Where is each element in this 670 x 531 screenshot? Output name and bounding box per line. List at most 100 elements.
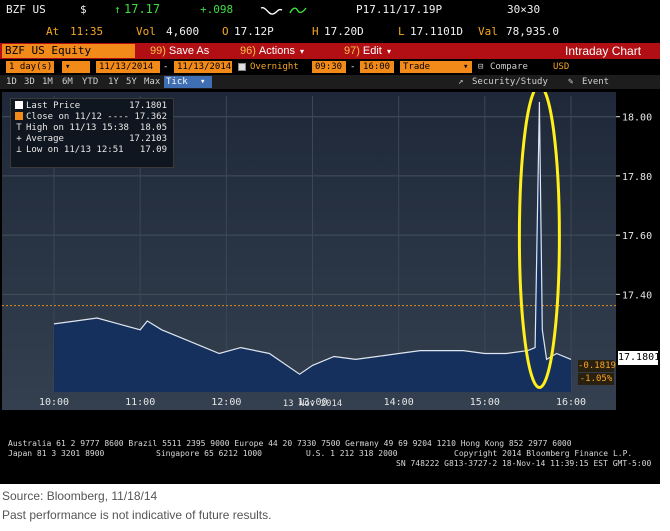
edit-number: 97) bbox=[344, 45, 360, 57]
change-tag: -0.1819 bbox=[578, 360, 616, 372]
currency-symbol: $ bbox=[80, 3, 87, 16]
bloomberg-terminal: BZF US $ ↑ 17.17 +.098 P17.11/17.19P 30×… bbox=[0, 0, 660, 484]
period-button-1m[interactable]: 1M bbox=[40, 76, 55, 88]
period-unit: day(s) bbox=[19, 62, 53, 72]
up-arrow-icon: ↑ bbox=[114, 3, 121, 16]
overnight-label: Overnight bbox=[250, 62, 299, 72]
at-label: At bbox=[46, 25, 60, 38]
end-time-input[interactable]: 16:00 bbox=[360, 61, 394, 73]
volume-label: Vol bbox=[136, 25, 156, 38]
terminal-footer: Australia 61 2 9777 8600 Brazil 5511 239… bbox=[0, 437, 660, 484]
actions-dropdown-icon: ▾ bbox=[300, 47, 305, 56]
period-dropdown[interactable]: ▾ bbox=[62, 61, 90, 73]
x-tick-label: 12:00 bbox=[211, 397, 241, 408]
legend-low-label: Low on 11/13 12:51 bbox=[26, 145, 124, 155]
low-label: L bbox=[398, 25, 405, 38]
low: 17.1101D bbox=[410, 25, 463, 38]
footer-us: U.S. 1 212 318 2000 bbox=[306, 449, 398, 458]
open: 17.12P bbox=[234, 25, 274, 38]
period-button-1d[interactable]: 1D bbox=[4, 76, 19, 88]
price-type-dropdown-icon[interactable]: ▾ bbox=[462, 61, 472, 73]
compare-icon: ⊟ bbox=[478, 62, 484, 72]
bid-ask-size: 30×30 bbox=[507, 3, 541, 16]
net-change: +.098 bbox=[200, 3, 234, 16]
average-marker-icon: + bbox=[16, 134, 22, 144]
x-tick-label: 15:00 bbox=[470, 397, 500, 408]
end-date-input[interactable]: 11/13/2014 bbox=[174, 61, 232, 73]
footer-singapore: Singapore 65 6212 1000 bbox=[156, 449, 262, 458]
actions-button[interactable]: 96) Actions ▾ bbox=[240, 44, 304, 58]
period-bar: 1D 3D 1M 6M YTD 1Y 5Y Max Tick ▾ ↗ Secur… bbox=[0, 75, 660, 89]
legend-last-price: Last Price 17.1801 bbox=[15, 101, 169, 112]
edit-dropdown-icon: ▾ bbox=[386, 47, 391, 56]
disclaimer-caption: Past performance is not indicative of fu… bbox=[2, 508, 272, 522]
x-tick-label: 10:00 bbox=[39, 397, 69, 408]
actions-label: Actions bbox=[258, 45, 295, 57]
quote-line-2: At 11:35 Vol 4,600 O 17.12P H 17.20D L 1… bbox=[0, 25, 660, 39]
dropdown-icon: ▾ bbox=[65, 62, 71, 72]
edit-label: Edit bbox=[362, 45, 382, 57]
source-caption: Source: Bloomberg, 11/18/14 bbox=[2, 489, 158, 503]
high-label: H bbox=[312, 25, 319, 38]
menu-bar: BZF US Equity 99) Save As 96) Actions ▾ 97… bbox=[0, 43, 660, 59]
low-marker-icon: ⊥ bbox=[16, 145, 22, 155]
legend-close-value: 17.362 bbox=[134, 112, 167, 122]
bid-ask: P17.11/17.19P bbox=[356, 3, 443, 16]
period-button-tick[interactable]: Tick bbox=[164, 76, 198, 88]
legend-average-value: 17.2103 bbox=[129, 134, 167, 144]
legend-close-label: Close on 11/12 ---- bbox=[26, 112, 129, 122]
actions-number: 96) bbox=[240, 45, 256, 57]
period-button-1y[interactable]: 1Y bbox=[106, 76, 121, 88]
save-as-label: Save As bbox=[168, 45, 210, 57]
y-tick-label: 17.80 bbox=[622, 172, 652, 183]
security-study-button[interactable]: Security/Study bbox=[470, 76, 550, 88]
legend-low: ⊥ Low on 11/13 12:51 17.09 bbox=[15, 145, 169, 156]
period-value-input[interactable]: 1 day(s) bbox=[6, 61, 54, 73]
function-title: Intraday Chart bbox=[565, 44, 642, 58]
legend-high-value: 18.05 bbox=[139, 123, 167, 133]
save-as-button[interactable]: 99) Save As bbox=[150, 44, 209, 58]
period-button-ytd[interactable]: YTD bbox=[80, 76, 100, 88]
price-type-select[interactable]: Trade bbox=[400, 61, 462, 73]
edit-button[interactable]: 97) Edit ▾ bbox=[344, 44, 391, 58]
footer-copyright: Copyright 2014 Bloomberg Finance L.P. bbox=[454, 449, 633, 458]
legend-high-label: High on 11/13 15:38 bbox=[26, 123, 129, 133]
period-button-3d[interactable]: 3D bbox=[22, 76, 37, 88]
save-as-number: 99) bbox=[150, 45, 166, 57]
footer-japan: Japan 81 3 3201 8900 bbox=[8, 449, 105, 458]
period-value: 1 bbox=[9, 62, 15, 72]
quote-line-1: BZF US $ ↑ 17.17 +.098 P17.11/17.19P 30×… bbox=[0, 3, 660, 17]
x-tick-label: 14:00 bbox=[384, 397, 414, 408]
security-field[interactable]: BZF US Equity bbox=[2, 44, 135, 58]
period-button-max[interactable]: Max bbox=[142, 76, 162, 88]
parameter-bar: 1 day(s) ▾ 11/13/2014 - 11/13/2014 Overn… bbox=[0, 60, 660, 74]
legend-average-label: Average bbox=[26, 134, 64, 144]
ticker: BZF US bbox=[6, 3, 46, 16]
start-date-input[interactable]: 11/13/2014 bbox=[96, 61, 160, 73]
tick-dropdown-icon[interactable]: ▾ bbox=[198, 76, 212, 88]
y-tick-label: 17.60 bbox=[622, 231, 652, 242]
value-label: Val bbox=[478, 25, 498, 38]
event-button[interactable]: Event bbox=[580, 76, 611, 88]
legend-average: + Average 17.2103 bbox=[15, 134, 169, 145]
event-icon: ✎ bbox=[568, 77, 574, 87]
last-price-tag: 17.1801 bbox=[618, 351, 660, 365]
period-button-6m[interactable]: 6M bbox=[60, 76, 75, 88]
legend-last-price-label: Last Price bbox=[26, 101, 81, 111]
compare-label[interactable]: Compare bbox=[490, 61, 528, 73]
y-tick-label: 17.40 bbox=[622, 290, 652, 301]
legend-close: Close on 11/12 ---- 17.362 bbox=[15, 112, 169, 123]
period-button-5y[interactable]: 5Y bbox=[124, 76, 139, 88]
time-separator: - bbox=[350, 62, 356, 72]
start-time-input[interactable]: 09:30 bbox=[312, 61, 346, 73]
date-separator: - bbox=[163, 62, 169, 72]
last-price-swatch bbox=[15, 101, 23, 109]
x-tick-label: 16:00 bbox=[556, 397, 586, 408]
overnight-checkbox[interactable] bbox=[238, 63, 246, 71]
high: 17.20D bbox=[324, 25, 364, 38]
volume: 4,600 bbox=[166, 25, 200, 38]
currency-label[interactable]: USD bbox=[553, 61, 569, 73]
legend-low-value: 17.09 bbox=[139, 145, 167, 155]
x-tick-label: 11:00 bbox=[125, 397, 155, 408]
chart-legend: Last Price 17.1801 Close on 11/12 ---- 1… bbox=[10, 98, 174, 168]
